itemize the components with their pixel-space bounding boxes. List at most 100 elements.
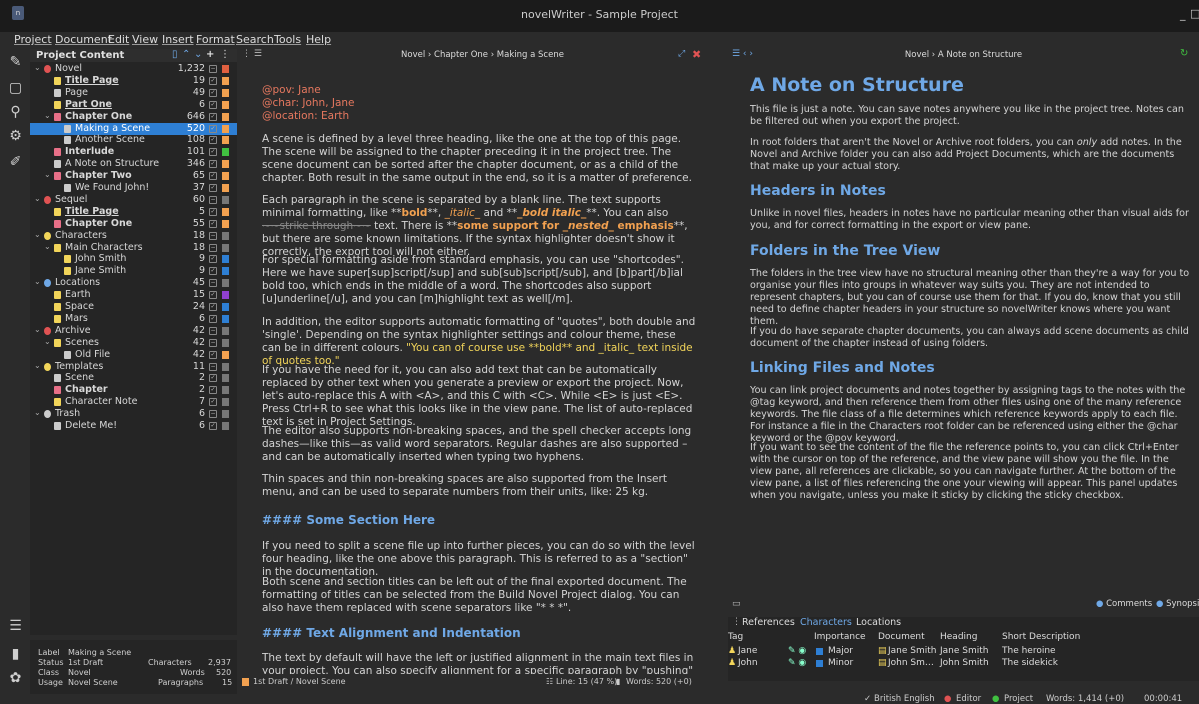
tree-item-active-checkbox[interactable]: ✓	[209, 350, 217, 359]
tree-item-active-checkbox[interactable]: −	[209, 326, 217, 335]
expand-arrow-icon[interactable]: ⌄	[34, 361, 41, 370]
menu-view[interactable]: View	[132, 33, 158, 46]
menu-project[interactable]: Project	[14, 33, 52, 46]
edit-link-icon[interactable]: ✎ ◉	[788, 658, 806, 668]
tree-item-active-checkbox[interactable]: ✓	[209, 112, 217, 121]
tree-item[interactable]: ⌄ Scenes 42−	[30, 337, 237, 349]
menu-insert[interactable]: Insert	[162, 33, 194, 46]
expand-arrow-icon[interactable]: ⌄	[34, 63, 41, 72]
build-icon[interactable]: ⚙	[8, 129, 23, 144]
tree-item-active-checkbox[interactable]: ✓	[209, 88, 217, 97]
tree-item[interactable]: Delete Me! 6 ✓	[30, 420, 237, 432]
tree-item[interactable]: ⌄ Novel 1,232−	[30, 63, 237, 75]
tree-item-active-checkbox[interactable]: −	[209, 338, 217, 347]
tab-references[interactable]: References	[742, 617, 795, 628]
menu-tools[interactable]: Tools	[274, 33, 301, 46]
document-editor[interactable]: ⋮ ☰ Novel › Chapter One › Making a Scene…	[240, 48, 725, 694]
menu-document[interactable]: Document	[55, 33, 112, 46]
tree-item-active-checkbox[interactable]: ✓	[209, 136, 217, 145]
col-tag[interactable]: Tag	[728, 632, 743, 642]
tree-item[interactable]: ⌄ Archive 42−	[30, 325, 237, 337]
tree-item-active-checkbox[interactable]: ✓	[209, 148, 217, 157]
synopsis-toggle[interactable]: ● Synopsis	[1156, 599, 1199, 609]
expand-arrow-icon[interactable]: ⌄	[34, 408, 41, 417]
edit-icon[interactable]: ✐	[8, 155, 23, 170]
bookmark-icon[interactable]: ▯	[172, 49, 178, 60]
tree-item[interactable]: Chapter 2 ✓	[30, 384, 237, 396]
tree-item[interactable]: Character Note 7 ✓	[30, 396, 237, 408]
tree-item[interactable]: Another Scene 108 ✓	[30, 134, 237, 146]
tree-item-active-checkbox[interactable]: ✓	[209, 291, 217, 300]
tree-item[interactable]: ⌄ Locations 45−	[30, 277, 237, 289]
comments-toggle[interactable]: ● Comments	[1096, 599, 1152, 609]
tree-item[interactable]: ⌄ Trash 6−	[30, 408, 237, 420]
tree-item-active-checkbox[interactable]: −	[209, 195, 217, 204]
tree-item[interactable]: John Smith 9 ✓	[30, 253, 237, 265]
tree-item-active-checkbox[interactable]: ✓	[209, 422, 217, 430]
search-icon[interactable]: ⚲	[8, 105, 23, 120]
expand-arrow-icon[interactable]: ⌄	[44, 242, 51, 251]
tree-item-active-checkbox[interactable]: ✓	[209, 76, 217, 85]
tree-item-active-checkbox[interactable]: ✓	[209, 124, 217, 133]
tree-item-active-checkbox[interactable]: −	[209, 410, 217, 419]
edit-link-icon[interactable]: ✎ ◉	[788, 646, 806, 656]
expand-arrow-icon[interactable]: ⌄	[44, 337, 51, 346]
tree-item[interactable]: Interlude 101 ✓	[30, 146, 237, 158]
tree-item-active-checkbox[interactable]: ✓	[209, 267, 217, 276]
expand-arrow-icon[interactable]: ⌄	[34, 277, 41, 286]
tree-item[interactable]: A Note on Structure 346 ✓	[30, 158, 237, 170]
document-viewer[interactable]: ☰ ‹ › Novel › A Note on Structure ↻ A No…	[728, 48, 1199, 619]
menu-edit[interactable]: Edit	[108, 33, 129, 46]
tree-item-active-checkbox[interactable]: −	[209, 243, 217, 252]
settings-icon[interactable]: ✿	[8, 671, 23, 686]
tree-item[interactable]: Earth 15 ✓	[30, 289, 237, 301]
tree-item[interactable]: Jane Smith 9 ✓	[30, 265, 237, 277]
menu-format[interactable]: Format	[196, 33, 235, 46]
add-item-icon[interactable]: +	[206, 49, 214, 60]
move-up-icon[interactable]: ⌃	[182, 49, 190, 60]
project-tree-icon[interactable]: ▢	[8, 81, 23, 96]
tree-item-active-checkbox[interactable]: ✓	[209, 303, 217, 311]
expand-arrow-icon[interactable]: ⌄	[34, 194, 41, 203]
col-document[interactable]: Document	[878, 632, 925, 642]
tree-item[interactable]: Title Page 19 ✓	[30, 75, 237, 87]
tree-item[interactable]: ⌄ Templates 11−	[30, 361, 237, 373]
menu-help[interactable]: Help	[306, 33, 331, 46]
tree-item-active-checkbox[interactable]: ✓	[209, 184, 217, 192]
tree-item-active-checkbox[interactable]: ✓	[209, 207, 217, 216]
move-down-icon[interactable]: ⌄	[194, 49, 202, 60]
tree-item[interactable]: Making a Scene 520 ✓	[30, 122, 237, 135]
tree-item-active-checkbox[interactable]: ✓	[209, 160, 217, 169]
tree-item[interactable]: Scene 2 ✓	[30, 372, 237, 384]
tree-item[interactable]: ⌄ Main Characters 18−	[30, 242, 237, 254]
tree-item[interactable]: Old File 42 ✓	[30, 349, 237, 361]
tree-item-active-checkbox[interactable]: ✓	[209, 314, 217, 323]
tree-item[interactable]: Mars 6 ✓	[30, 313, 237, 325]
tab-characters[interactable]: Characters	[800, 617, 852, 628]
tree-item[interactable]: Title Page 5 ✓	[30, 206, 237, 218]
tree-item-active-checkbox[interactable]: ✓	[209, 386, 217, 395]
refs-menu-icon[interactable]: ⋮	[732, 617, 741, 627]
tree-item[interactable]: We Found John! 37 ✓	[30, 182, 237, 194]
tab-locations[interactable]: Locations	[856, 617, 901, 628]
tree-item[interactable]: Part One 6 ✓	[30, 99, 237, 111]
new-document-icon[interactable]: ✎	[8, 55, 23, 70]
outline-icon[interactable]: ☰	[8, 619, 23, 634]
col-heading[interactable]: Heading	[940, 632, 977, 642]
tree-item[interactable]: Page 49 ✓	[30, 87, 237, 99]
col-short-description[interactable]: Short Description	[1002, 632, 1080, 642]
ref-document[interactable]: Jane Smith	[888, 646, 937, 656]
col-importance[interactable]: Importance	[814, 632, 866, 642]
tree-item-active-checkbox[interactable]: ✓	[209, 219, 217, 228]
menu-search[interactable]: Search	[236, 33, 274, 46]
tree-item[interactable]: ⌄ Chapter One 646 ✓	[30, 111, 237, 123]
tree-menu-icon[interactable]: ⋮	[220, 49, 230, 60]
tree-item[interactable]: ⌄ Chapter Two 65 ✓	[30, 170, 237, 182]
tree-item[interactable]: ⌄ Characters 18−	[30, 230, 237, 242]
tree-item-active-checkbox[interactable]: ✓	[209, 100, 217, 109]
expand-arrow-icon[interactable]: ⌄	[34, 325, 41, 334]
tree-item-active-checkbox[interactable]: ✓	[209, 374, 217, 383]
viewer-refresh-icon[interactable]: ↻	[1180, 48, 1188, 59]
expand-arrow-icon[interactable]: ⌄	[44, 170, 51, 179]
minimize-icon[interactable]: _	[1180, 8, 1186, 21]
